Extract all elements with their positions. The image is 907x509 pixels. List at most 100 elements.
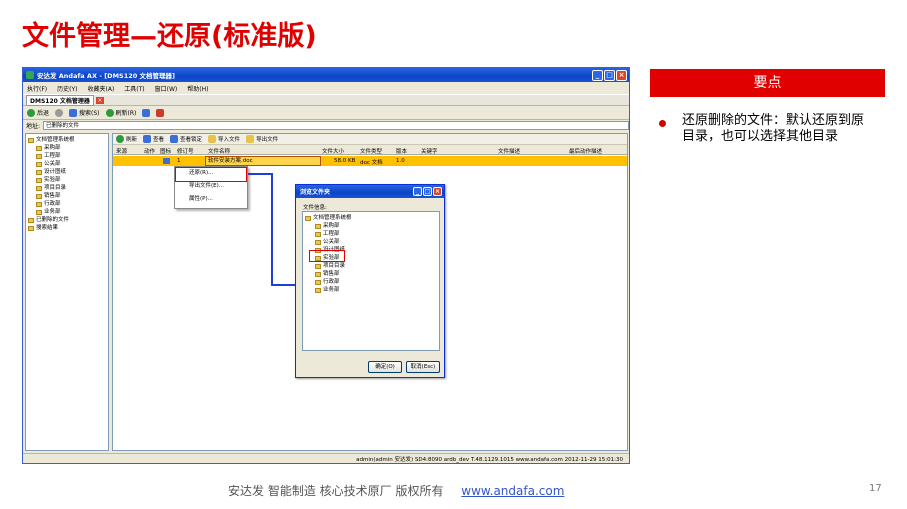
menu-execute[interactable]: 执行(F) [27, 84, 47, 93]
module-tabs: DMS120 文档管理器 × [23, 94, 629, 106]
minimize-icon[interactable]: _ [592, 69, 603, 81]
close-icon[interactable]: × [616, 69, 627, 81]
tree-deleted-files[interactable]: 已删除的文件 [28, 216, 106, 224]
lock-icon [170, 135, 179, 143]
row-size: 58.0 KB [334, 158, 356, 164]
selected-folder-highlight-box [309, 250, 345, 262]
tree-item[interactable]: 行政部 [28, 200, 106, 208]
export-icon [246, 135, 255, 143]
app-titlebar[interactable]: 安达发 Andafa AX - [DMS120 文档管理器] _ □ × [23, 68, 629, 82]
col-filename[interactable]: 文件名称 [208, 147, 230, 155]
page-number: 17 [869, 483, 882, 494]
refresh-button[interactable]: 刷新(R) [105, 108, 136, 117]
connector-line [271, 284, 295, 286]
cancel-button[interactable]: 取消(Esc) [406, 361, 440, 373]
tree-item[interactable]: 公关部 [28, 160, 106, 168]
col-description[interactable]: 文件描述 [498, 147, 520, 155]
menu-window[interactable]: 窗口(W) [155, 84, 178, 93]
slide-title: 文件管理—还原(标准版) [22, 21, 317, 52]
menu-history[interactable]: 历史(Y) [57, 84, 77, 93]
dialog-tree-item[interactable]: 行政部 [305, 278, 437, 286]
close-tab-icon[interactable]: × [95, 96, 104, 104]
export-file-button[interactable]: 导出文件 [246, 135, 278, 143]
tree-item[interactable]: 采购部 [28, 144, 106, 152]
col-size[interactable]: 文件大小 [322, 147, 344, 155]
folder-icon [36, 161, 42, 167]
dialog-label: 文件信息: [303, 205, 327, 211]
dialog-minimize-icon[interactable]: _ [413, 187, 422, 196]
tree-item[interactable]: 设计图纸 [28, 168, 106, 176]
col-version[interactable]: 版本 [396, 147, 407, 155]
folder-icon [305, 215, 311, 221]
col-type[interactable]: 文件类型 [360, 147, 382, 155]
footer-link[interactable]: www.andafa.com [461, 484, 564, 498]
col-source[interactable]: 来源 [116, 147, 127, 155]
ok-button[interactable]: 确定(O) [368, 361, 402, 373]
address-label: 地址: [26, 123, 41, 130]
folder-tree: 文档管理系统根 采购部 工程部 公关部 设计图纸 实验部 项目目录 销售部 行政… [25, 133, 109, 451]
dialog-maximize-icon[interactable]: □ [423, 187, 432, 196]
folder-icon [315, 287, 321, 293]
folder-icon [36, 201, 42, 207]
menu-favorites[interactable]: 收藏夹(A) [88, 84, 115, 93]
dialog-tree-item[interactable]: 工程部 [305, 230, 437, 238]
row-type: doc 文档 [360, 160, 383, 166]
dialog-tree-item[interactable]: 采购部 [305, 222, 437, 230]
folder-icon [36, 193, 42, 199]
restore-highlight-box [175, 167, 247, 182]
list-refresh-button[interactable]: 刷新 [116, 135, 137, 143]
browse-folder-dialog: 浏览文件夹 _ □ × 文件信息: 文档管理系统根 采购部 工程部 公关部 设计… [295, 184, 445, 378]
col-icon[interactable]: 图标 [160, 147, 171, 155]
tree-item[interactable]: 业务部 [28, 208, 106, 216]
refresh-icon [116, 135, 124, 143]
dialog-tree-item[interactable]: 业务部 [305, 286, 437, 294]
stop-icon[interactable] [156, 108, 165, 117]
maximize-icon[interactable]: □ [604, 69, 615, 81]
dialog-tree-item[interactable]: 销售部 [305, 270, 437, 278]
bullet-text: 还原删除的文件：默认还原到原目录，也可以选择其他目录 [682, 113, 865, 144]
search-button[interactable]: 搜索(S) [69, 108, 100, 117]
tree-item[interactable]: 销售部 [28, 192, 106, 200]
col-action[interactable]: 动作 [144, 147, 155, 155]
dialog-tree-item[interactable]: 公关部 [305, 238, 437, 246]
list-view-locked-button[interactable]: 查看锁定 [170, 135, 202, 143]
folder-icon [315, 231, 321, 237]
help-icon[interactable] [142, 108, 151, 117]
status-text: admin(admin 安达发) SD4:8090 ardb_dev T.48.… [356, 456, 623, 463]
menu-help[interactable]: 帮助(H) [187, 84, 208, 93]
tree-item[interactable]: 工程部 [28, 152, 106, 160]
back-button[interactable]: 后退 [27, 108, 49, 117]
dialog-tree-root[interactable]: 文档管理系统根 [305, 214, 437, 222]
module-tab[interactable]: DMS120 文档管理器 [26, 94, 94, 106]
tree-search-results[interactable]: 搜索结果 [28, 224, 106, 232]
dialog-folder-tree: 文档管理系统根 采购部 工程部 公关部 设计图纸 实验部 项目目录 销售部 行政… [302, 211, 440, 351]
back-icon [27, 108, 35, 117]
folder-icon [36, 185, 42, 191]
folder-icon [28, 137, 34, 143]
table-row[interactable]: 1 软件安装方案.doc 58.0 KB doc 文档 1.0 [113, 156, 627, 166]
folder-icon [315, 239, 321, 245]
tree-root[interactable]: 文档管理系统根 [28, 136, 106, 144]
menu-properties[interactable]: 属性(P)... [175, 193, 247, 206]
menu-bar: 执行(F) 历史(Y) 收藏夹(A) 工具(T) 窗口(W) 帮助(H) [23, 82, 629, 94]
dialog-close-icon[interactable]: × [433, 187, 442, 196]
search-icon [69, 108, 78, 117]
list-view-button[interactable]: 查看 [143, 135, 164, 143]
folder-icon [36, 145, 42, 151]
menu-tools[interactable]: 工具(T) [124, 84, 144, 93]
folder-icon [36, 209, 42, 215]
view-icon [143, 135, 152, 143]
col-last-action[interactable]: 最后动作描述 [569, 147, 602, 155]
dialog-tree-item[interactable]: 项目目录 [305, 262, 437, 270]
dialog-titlebar[interactable]: 浏览文件夹 _ □ × [296, 185, 444, 198]
import-file-button[interactable]: 导入文件 [208, 135, 240, 143]
col-revision[interactable]: 修订号 [177, 147, 194, 155]
tree-item[interactable]: 实验部 [28, 176, 106, 184]
col-keyword[interactable]: 关键字 [421, 147, 438, 155]
tree-item[interactable]: 项目目录 [28, 184, 106, 192]
folder-icon [315, 271, 321, 277]
forward-icon[interactable] [55, 108, 64, 117]
address-input[interactable]: 已删除的文件 [43, 121, 629, 130]
status-bar: admin(admin 安达发) SD4:8090 ardb_dev T.48.… [23, 453, 629, 463]
footer: 安达发 智能制造 核心技术原厂 版权所有 www.andafa.com [228, 482, 564, 499]
